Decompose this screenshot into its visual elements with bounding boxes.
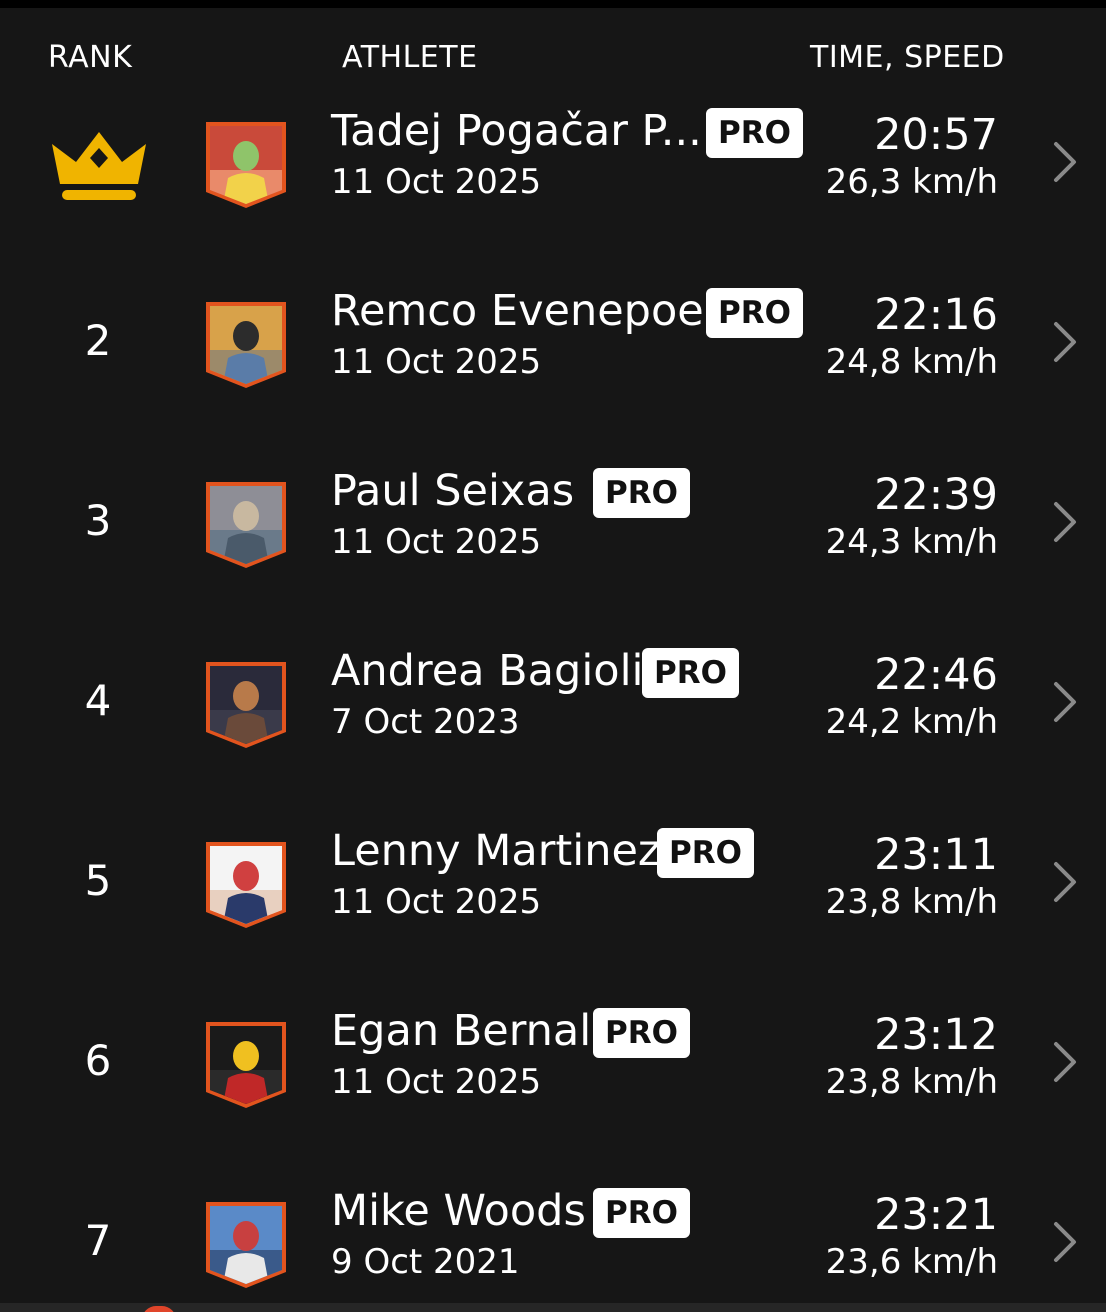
elapsed-time: 22:16 [874, 290, 998, 340]
chevron-right-icon[interactable] [1050, 678, 1080, 726]
effort-date: 11 Oct 2025 [331, 342, 542, 382]
chevron-right-icon[interactable] [1050, 1218, 1080, 1266]
athlete-avatar[interactable] [204, 840, 288, 930]
effort-date: 11 Oct 2025 [331, 1062, 542, 1102]
average-speed: 23,8 km/h [825, 1062, 998, 1102]
pro-badge: PRO [706, 108, 803, 158]
leaderboard-row[interactable]: 5 Lenny Martinez PRO 11 Oct 2025 23:11 23,8 k… [0, 806, 1106, 986]
elapsed-time: 23:11 [874, 830, 998, 880]
elapsed-time: 23:21 [874, 1190, 998, 1240]
time-speed-column-header: TIME, SPEED [810, 40, 1005, 75]
average-speed: 24,3 km/h [825, 522, 998, 562]
rank-number: 2 [84, 316, 112, 365]
effort-date: 11 Oct 2025 [331, 522, 542, 562]
effort-date: 11 Oct 2025 [331, 162, 542, 202]
elapsed-time: 23:12 [874, 1010, 998, 1060]
elapsed-time: 20:57 [874, 110, 998, 160]
chevron-right-icon[interactable] [1050, 1038, 1080, 1086]
leaderboard-row[interactable]: 4 Andrea Bagioli PRO 7 Oct 2023 22:46 24,2 km… [0, 626, 1106, 806]
elapsed-time: 22:39 [874, 470, 998, 520]
elapsed-time: 22:46 [874, 650, 998, 700]
chevron-right-icon[interactable] [1050, 858, 1080, 906]
leaderboard-row[interactable]: Tadej Pogačar P... PRO 11 Oct 2025 20:57 26,… [0, 86, 1106, 266]
athlete-name[interactable]: Andrea Bagioli [331, 646, 643, 696]
rank-number: 3 [84, 496, 112, 545]
athlete-name[interactable]: Mike Woods [331, 1186, 586, 1236]
athlete-name[interactable]: Paul Seixas [331, 466, 574, 516]
effort-date: 9 Oct 2021 [331, 1242, 520, 1282]
pro-badge: PRO [593, 1188, 690, 1238]
athlete-column-header: ATHLETE [342, 40, 478, 75]
athlete-avatar[interactable] [204, 300, 288, 390]
rank-number: 4 [84, 676, 112, 725]
average-speed: 24,2 km/h [825, 702, 998, 742]
average-speed: 23,6 km/h [825, 1242, 998, 1282]
rank-number: 6 [84, 1036, 112, 1085]
athlete-avatar[interactable] [204, 1200, 288, 1290]
pro-badge: PRO [593, 1008, 690, 1058]
leaderboard-row[interactable]: 3 Paul Seixas PRO 11 Oct 2025 22:39 24,3 km/h [0, 446, 1106, 626]
effort-date: 7 Oct 2023 [331, 702, 520, 742]
rank-number: 5 [84, 856, 112, 905]
athlete-name[interactable]: Lenny Martinez [331, 826, 661, 876]
chevron-right-icon[interactable] [1050, 498, 1080, 546]
chevron-right-icon[interactable] [1050, 318, 1080, 366]
rank-number: 7 [84, 1216, 112, 1265]
athlete-name[interactable]: Remco Evenepoel [331, 286, 716, 336]
leaderboard-row[interactable]: 2 Remco Evenepoel PRO 11 Oct 2025 22:16 24,8 … [0, 266, 1106, 446]
average-speed: 23,8 km/h [825, 882, 998, 922]
athlete-avatar[interactable] [204, 480, 288, 570]
leaderboard-row[interactable]: 7 Mike Woods PRO 9 Oct 2021 23:21 23,6 km/h [0, 1166, 1106, 1312]
effort-date: 11 Oct 2025 [331, 882, 542, 922]
average-speed: 24,8 km/h [825, 342, 998, 382]
rank-column-header: RANK [48, 40, 133, 75]
athlete-name[interactable]: Tadej Pogačar P... [331, 106, 702, 156]
average-speed: 26,3 km/h [825, 162, 998, 202]
crown-icon [52, 132, 146, 200]
status-bar [0, 0, 1106, 8]
athlete-avatar[interactable] [204, 660, 288, 750]
leaderboard-row[interactable]: 6 Egan Bernal PRO 11 Oct 2025 23:12 23,8 km/h [0, 986, 1106, 1166]
pro-badge: PRO [593, 468, 690, 518]
athlete-avatar[interactable] [204, 120, 288, 210]
pro-badge: PRO [706, 288, 803, 338]
athlete-avatar[interactable] [204, 1020, 288, 1110]
athlete-name[interactable]: Egan Bernal [331, 1006, 591, 1056]
pro-badge: PRO [657, 828, 754, 878]
pro-badge: PRO [642, 648, 739, 698]
chevron-right-icon[interactable] [1050, 138, 1080, 186]
leaderboard-screen: RANK ATHLETE TIME, SPEED Tadej Pogačar P… [0, 0, 1106, 1312]
